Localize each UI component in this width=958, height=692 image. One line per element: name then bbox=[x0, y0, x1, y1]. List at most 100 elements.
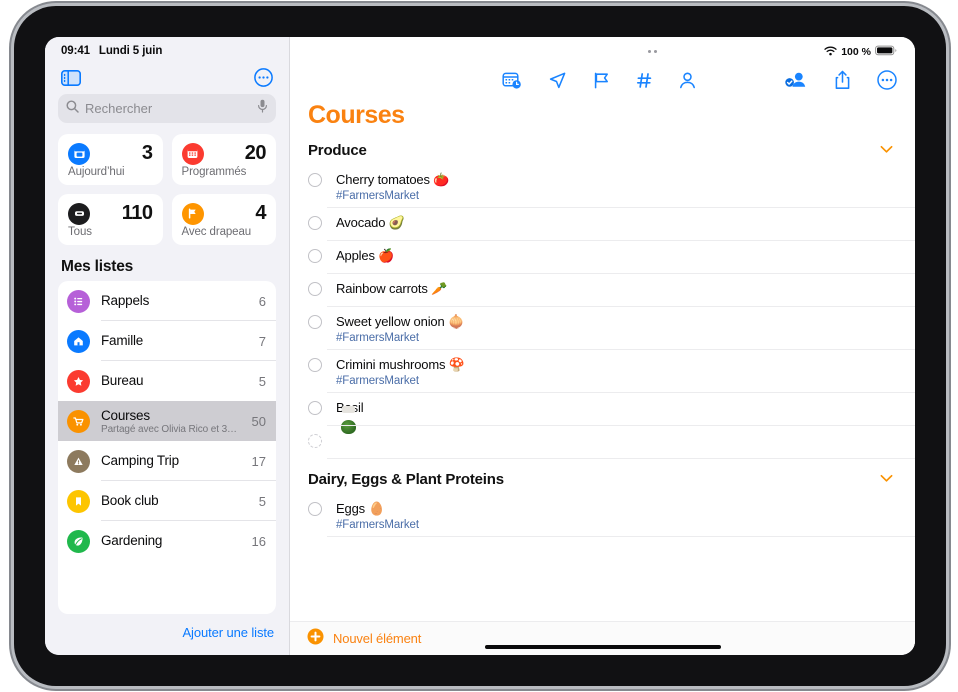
checkbox-circle-icon[interactable] bbox=[308, 502, 322, 516]
section-header-dairy-eggs-plant-proteins[interactable]: Dairy, Eggs & Plant Proteins bbox=[290, 459, 915, 494]
main-content: 100 % Courses Produce Cherry tomatoes 🍅 … bbox=[290, 37, 915, 655]
status-bar-right: 100 % bbox=[290, 37, 915, 59]
sidebar-item-gardening[interactable]: Gardening 16 bbox=[58, 521, 276, 561]
reminder-title: Crimini mushrooms 🍄 bbox=[336, 357, 465, 372]
plus-circle-icon bbox=[307, 628, 324, 650]
house-icon bbox=[67, 329, 90, 353]
search-input[interactable]: Rechercher bbox=[58, 94, 276, 123]
reminder-title: Basil bbox=[336, 400, 915, 415]
person-icon[interactable] bbox=[679, 71, 696, 90]
status-date: Lundi 5 juin bbox=[98, 45, 163, 57]
reminder-title: Cherry tomatoes 🍅 bbox=[336, 172, 450, 187]
smart-card-scheduled[interactable]: 20 Programmés bbox=[171, 134, 276, 185]
sidebar: 09:41 Lundi 5 juin Rechercher 3 Aujourd’… bbox=[45, 37, 290, 655]
more-circle-icon[interactable] bbox=[877, 70, 897, 90]
smart-count-today: 3 bbox=[141, 142, 153, 164]
main-toolbar bbox=[290, 59, 915, 95]
sidebar-item-camping-trip[interactable]: Camping Trip 17 bbox=[58, 441, 276, 481]
reminder-title: Rainbow carrots 🥕 bbox=[336, 281, 448, 296]
search-icon bbox=[66, 99, 79, 118]
smart-count-scheduled: 20 bbox=[244, 142, 267, 164]
checkbox-circle-icon[interactable] bbox=[308, 249, 322, 263]
battery-percent-label: 100 % bbox=[841, 45, 871, 58]
sidebar-item-courses[interactable]: Courses Partagé avec Olivia Rico et 3… 5… bbox=[58, 401, 276, 441]
chevron-down-icon[interactable] bbox=[880, 141, 893, 159]
multitask-handle[interactable] bbox=[458, 50, 657, 53]
reminder-item[interactable]: Basil bbox=[290, 393, 915, 426]
checkbox-circle-icon[interactable] bbox=[308, 315, 322, 329]
reminder-title: Sweet yellow onion 🧅 bbox=[336, 314, 465, 329]
add-list-button[interactable]: Ajouter une liste bbox=[182, 625, 274, 640]
sidebar-item-count: 50 bbox=[251, 413, 266, 429]
sidebar-toggle-icon[interactable] bbox=[61, 69, 81, 86]
reminder-item[interactable]: Sweet yellow onion 🧅 #FarmersMarket bbox=[290, 307, 915, 350]
reminder-tag[interactable]: #FarmersMarket bbox=[336, 375, 915, 387]
status-time: 09:41 bbox=[61, 45, 90, 57]
triangle-warning-icon bbox=[67, 449, 90, 473]
smart-card-all[interactable]: 110 Tous bbox=[58, 194, 163, 245]
sidebar-item-rappels[interactable]: Rappels 6 bbox=[58, 281, 276, 321]
smart-count-all: 110 bbox=[121, 202, 153, 224]
smart-label-flagged: Avec drapeau bbox=[181, 226, 252, 238]
sidebar-item-label: Courses bbox=[101, 408, 150, 423]
reminder-item[interactable]: Eggs 🥚 #FarmersMarket bbox=[290, 494, 915, 537]
sidebar-item-label: Book club bbox=[101, 493, 159, 508]
checkbox-circle-icon[interactable] bbox=[308, 216, 322, 230]
reminder-item-placeholder[interactable] bbox=[290, 426, 915, 459]
microphone-icon[interactable] bbox=[257, 99, 268, 118]
checkbox-circle-icon[interactable] bbox=[308, 173, 322, 187]
flag-icon[interactable] bbox=[593, 71, 610, 90]
reminder-tag[interactable]: #FarmersMarket bbox=[336, 519, 915, 531]
reminders-scroll-area[interactable]: Produce Cherry tomatoes 🍅 #FarmersMarket bbox=[290, 134, 915, 621]
scheduled-calendar-icon bbox=[181, 142, 204, 165]
reminder-title: Eggs 🥚 bbox=[336, 501, 385, 516]
smart-count-flagged: 4 bbox=[255, 202, 266, 224]
sidebar-header bbox=[45, 61, 289, 92]
cart-icon bbox=[67, 409, 90, 433]
sidebar-item-count: 7 bbox=[258, 333, 266, 349]
smart-lists-grid: 3 Aujourd’hui 20 Programmés 110 Tous 4 A… bbox=[45, 123, 289, 249]
checkbox-circle-icon[interactable] bbox=[308, 358, 322, 372]
sidebar-item-count: 6 bbox=[258, 293, 266, 309]
hashtag-icon[interactable] bbox=[636, 71, 653, 90]
smart-card-flagged[interactable]: 4 Avec drapeau bbox=[171, 194, 276, 245]
smart-card-today[interactable]: 3 Aujourd’hui bbox=[58, 134, 163, 185]
reminder-item[interactable]: Avocado 🥑 bbox=[290, 208, 915, 241]
chevron-down-icon[interactable] bbox=[880, 470, 893, 488]
sidebar-item-label: Rappels bbox=[101, 293, 150, 308]
reminder-item[interactable]: Apples 🍎 bbox=[290, 241, 915, 274]
ipad-device-frame: 09:41 Lundi 5 juin Rechercher 3 Aujourd’… bbox=[14, 6, 946, 686]
all-inbox-icon bbox=[68, 202, 90, 225]
new-item-button[interactable]: Nouvel élément bbox=[290, 621, 915, 655]
reminder-tag[interactable]: #FarmersMarket bbox=[336, 190, 915, 202]
battery-icon bbox=[875, 43, 897, 61]
section-header-produce[interactable]: Produce bbox=[290, 134, 915, 165]
reminder-item[interactable]: Crimini mushrooms 🍄 #FarmersMarket bbox=[290, 350, 915, 393]
more-circle-icon[interactable] bbox=[254, 68, 273, 87]
calendar-clock-icon[interactable] bbox=[502, 71, 522, 90]
reminder-item[interactable]: Rainbow carrots 🥕 bbox=[290, 274, 915, 307]
my-lists-heading: Mes listes bbox=[61, 258, 134, 275]
sidebar-item-book-club[interactable]: Book club 5 bbox=[58, 481, 276, 521]
location-arrow-icon[interactable] bbox=[548, 71, 567, 90]
my-lists-card: Rappels 6 Famille 7 Bureau 5 Courses Par… bbox=[58, 281, 276, 614]
sidebar-item-label: Bureau bbox=[101, 373, 144, 388]
sidebar-item-famille[interactable]: Famille 7 bbox=[58, 321, 276, 361]
sidebar-item-label: Famille bbox=[101, 333, 144, 348]
reminder-tag[interactable]: #FarmersMarket bbox=[336, 332, 915, 344]
ipad-screen: 09:41 Lundi 5 juin Rechercher 3 Aujourd’… bbox=[45, 37, 915, 655]
search-container: Rechercher bbox=[45, 92, 289, 123]
checkbox-circle-icon[interactable] bbox=[308, 401, 322, 415]
share-icon[interactable] bbox=[834, 70, 851, 90]
search-placeholder: Rechercher bbox=[85, 101, 153, 116]
smart-label-today: Aujourd’hui bbox=[68, 166, 125, 178]
reminder-item[interactable]: Cherry tomatoes 🍅 #FarmersMarket bbox=[290, 165, 915, 208]
checkbox-circle-icon[interactable] bbox=[308, 434, 322, 448]
home-indicator bbox=[484, 645, 721, 649]
sidebar-item-bureau[interactable]: Bureau 5 bbox=[58, 361, 276, 401]
sidebar-footer: Ajouter une liste bbox=[45, 614, 289, 655]
shared-person-badge-icon[interactable] bbox=[785, 70, 808, 90]
smart-label-all: Tous bbox=[68, 226, 92, 238]
checkbox-circle-icon[interactable] bbox=[308, 282, 322, 296]
sidebar-item-label: Camping Trip bbox=[101, 453, 179, 468]
